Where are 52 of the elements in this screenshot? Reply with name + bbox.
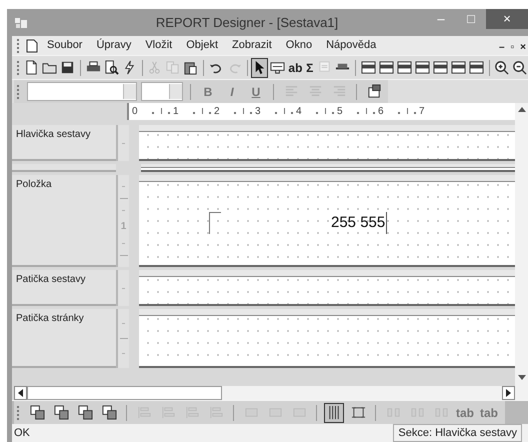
status-text: OK xyxy=(14,426,30,441)
data-field[interactable]: 255 555 xyxy=(331,212,388,234)
layers-icon xyxy=(30,405,44,420)
field-icon xyxy=(270,60,286,75)
menu-item[interactable]: Úpravy xyxy=(90,37,138,54)
menu-item[interactable]: Vložit xyxy=(139,37,178,54)
section-label: Patička sestavy xyxy=(12,270,116,306)
band-icon xyxy=(468,60,484,75)
zoom-in-icon xyxy=(494,60,510,75)
menu-item[interactable]: Objekt xyxy=(180,37,224,54)
document-icon xyxy=(25,38,39,52)
grid-button[interactable] xyxy=(324,402,344,422)
tool-button[interactable]: Σ xyxy=(304,58,316,78)
ruler: 0 1 2 3 4 5 6 7 xyxy=(127,103,515,120)
scissors-icon xyxy=(147,60,162,75)
status-panel: Sekce: Hlavička sestavy xyxy=(393,424,522,442)
close-button[interactable]: × xyxy=(486,9,528,29)
print-preview-button[interactable] xyxy=(102,58,120,78)
clipboard-icon xyxy=(183,60,198,75)
document-icon xyxy=(24,60,40,75)
copy-icon xyxy=(165,60,180,75)
menu-item[interactable]: Zobrazit xyxy=(226,37,278,54)
app-icon xyxy=(14,16,28,30)
band-icon xyxy=(396,60,412,75)
vertical-scrollbar[interactable] xyxy=(515,103,528,400)
minimize-button[interactable]: – xyxy=(497,40,507,55)
layers-icon xyxy=(102,405,116,420)
section-label: Patička stránky xyxy=(12,309,116,368)
layers-icon xyxy=(78,405,92,420)
band-icon xyxy=(432,60,448,75)
tool-button[interactable]: ab xyxy=(287,58,304,78)
band-icon xyxy=(360,60,376,75)
frame-icon xyxy=(350,405,366,420)
restore-button[interactable]: ▫ xyxy=(508,40,516,55)
section-label: Hlavička sestavy xyxy=(12,125,116,161)
selection-frame[interactable] xyxy=(209,212,221,234)
pointer-button[interactable] xyxy=(251,58,268,78)
band-icon xyxy=(414,60,430,75)
menu-item[interactable]: Nápověda xyxy=(320,37,382,54)
layers-icon xyxy=(54,405,68,420)
horizontal-scrollbar[interactable] xyxy=(14,386,515,400)
print-preview-icon xyxy=(104,60,119,75)
band-icon xyxy=(450,60,466,75)
window-title: REPORT Designer - [Sestava1] xyxy=(154,14,340,32)
properties-icon xyxy=(366,84,382,99)
section-label: Položka xyxy=(12,175,116,267)
grid-icon xyxy=(326,405,342,420)
menu-item[interactable]: Soubor xyxy=(41,37,88,54)
menu-item[interactable]: Okno xyxy=(280,37,318,54)
close-button[interactable]: × xyxy=(518,40,528,55)
band-icon xyxy=(378,60,394,75)
ruler-number: 1 xyxy=(120,221,126,232)
